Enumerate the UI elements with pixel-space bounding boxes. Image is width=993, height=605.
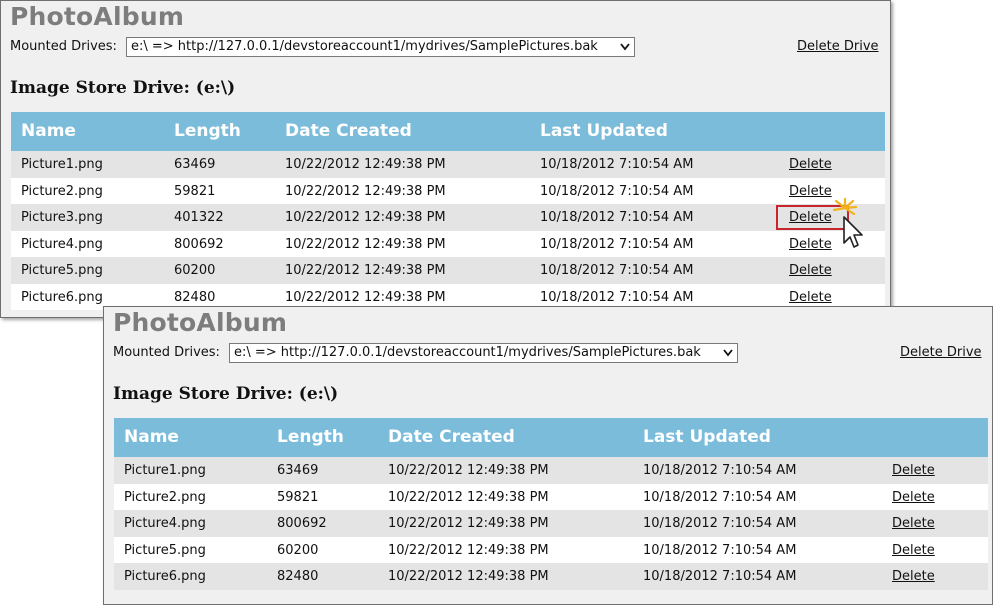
delete-file-link[interactable]: Delete: [892, 569, 935, 584]
delete-file-link[interactable]: Delete: [892, 490, 935, 505]
file-date-created: 10/22/2012 12:49:38 PM: [285, 157, 446, 172]
app-title: PhotoAlbum: [10, 2, 185, 31]
column-header-name: Name: [124, 427, 179, 447]
file-name: Picture4.png: [124, 516, 206, 531]
delete-file-link[interactable]: Delete: [892, 543, 935, 558]
file-date-created: 10/22/2012 12:49:38 PM: [285, 210, 446, 225]
file-date-created: 10/22/2012 12:49:38 PM: [388, 542, 549, 558]
file-last-updated: 10/18/2012 7:10:54 AM: [540, 263, 694, 278]
table-row: Picture5.png 60200 10/22/2012 12:49:38 P…: [114, 536, 988, 563]
delete-file-link[interactable]: Delete: [789, 263, 832, 278]
delete-drive-link[interactable]: Delete Drive: [900, 345, 982, 360]
file-name: Picture2.png: [21, 183, 103, 199]
pointer-cursor-click-icon: [832, 197, 863, 248]
file-length: 59821: [277, 489, 319, 505]
photoalbum-window-after: PhotoAlbum Mounted Drives: e:\ => http:/…: [103, 306, 993, 605]
chevron-down-icon: [620, 43, 630, 51]
image-store-heading: Image Store Drive: (e:\): [113, 384, 339, 404]
file-date-created: 10/22/2012 12:49:38 PM: [388, 516, 549, 531]
column-header-date-created: Date Created: [285, 121, 412, 141]
file-length: 82480: [277, 569, 319, 584]
file-length: 63469: [277, 463, 319, 478]
file-name: Picture5.png: [21, 263, 103, 278]
mounted-drives-label: Mounted Drives:: [113, 345, 220, 360]
file-date-created: 10/22/2012 12:49:38 PM: [285, 236, 446, 252]
table-row: Picture3.png 401322 10/22/2012 12:49:38 …: [11, 204, 885, 231]
column-header-name: Name: [21, 121, 76, 141]
file-date-created: 10/22/2012 12:49:38 PM: [285, 263, 446, 278]
file-last-updated: 10/18/2012 7:10:54 AM: [643, 463, 797, 478]
file-name: Picture1.png: [21, 157, 103, 172]
file-name: Picture6.png: [21, 289, 103, 305]
table-row: Picture2.png 59821 10/22/2012 12:49:38 P…: [11, 177, 885, 204]
table-header: Name Length Date Created Last Updated: [11, 112, 885, 151]
file-length: 60200: [174, 263, 216, 278]
file-length: 800692: [174, 236, 224, 252]
mounted-drive-value: e:\ => http://127.0.0.1/devstoreaccount1…: [131, 39, 598, 54]
file-name: Picture6.png: [124, 569, 206, 584]
table-row: Picture6.png 82480 10/22/2012 12:49:38 P…: [114, 563, 988, 590]
file-name: Picture4.png: [21, 236, 103, 252]
file-length: 800692: [277, 516, 327, 531]
file-length: 401322: [174, 210, 224, 225]
file-date-created: 10/22/2012 12:49:38 PM: [388, 489, 549, 505]
mounted-drives-label: Mounted Drives:: [10, 39, 117, 54]
file-last-updated: 10/18/2012 7:10:54 AM: [540, 289, 694, 305]
file-date-created: 10/22/2012 12:49:38 PM: [388, 463, 549, 478]
delete-file-link[interactable]: Delete: [789, 157, 832, 172]
mounted-drive-value: e:\ => http://127.0.0.1/devstoreaccount1…: [234, 345, 701, 360]
table-row: Picture2.png 59821 10/22/2012 12:49:38 P…: [114, 483, 988, 510]
table-header: Name Length Date Created Last Updated: [114, 418, 988, 457]
table-row: Picture4.png 800692 10/22/2012 12:49:38 …: [114, 510, 988, 537]
column-header-last-updated: Last Updated: [540, 121, 668, 141]
table-row: Picture1.png 63469 10/22/2012 12:49:38 P…: [114, 457, 988, 484]
files-table: Name Length Date Created Last Updated Pi…: [11, 112, 885, 310]
delete-file-link[interactable]: Delete: [789, 237, 832, 252]
chevron-down-icon: [723, 349, 733, 357]
column-header-date-created: Date Created: [388, 427, 515, 447]
delete-file-link[interactable]: Delete: [892, 516, 935, 531]
file-length: 59821: [174, 183, 216, 199]
file-name: Picture1.png: [124, 463, 206, 478]
delete-file-link[interactable]: Delete: [892, 463, 935, 478]
delete-drive-link[interactable]: Delete Drive: [797, 39, 879, 54]
mounted-drives-select[interactable]: e:\ => http://127.0.0.1/devstoreaccount1…: [126, 37, 635, 57]
file-name: Picture5.png: [124, 542, 206, 558]
image-store-heading: Image Store Drive: (e:\): [10, 78, 236, 98]
file-length: 60200: [277, 542, 319, 558]
delete-file-link[interactable]: Delete: [789, 184, 832, 199]
file-last-updated: 10/18/2012 7:10:54 AM: [540, 157, 694, 172]
file-length: 63469: [174, 157, 216, 172]
photoalbum-window-before: PhotoAlbum Mounted Drives: e:\ => http:/…: [0, 0, 891, 318]
file-last-updated: 10/18/2012 7:10:54 AM: [643, 489, 797, 505]
file-last-updated: 10/18/2012 7:10:54 AM: [540, 210, 694, 225]
column-header-length: Length: [174, 121, 241, 141]
file-date-created: 10/22/2012 12:49:38 PM: [285, 183, 446, 199]
column-header-length: Length: [277, 427, 344, 447]
file-last-updated: 10/18/2012 7:10:54 AM: [643, 542, 797, 558]
file-date-created: 10/22/2012 12:49:38 PM: [285, 289, 446, 305]
table-row: Picture1.png 63469 10/22/2012 12:49:38 P…: [11, 151, 885, 178]
file-date-created: 10/22/2012 12:49:38 PM: [388, 569, 549, 584]
app-title: PhotoAlbum: [113, 308, 288, 337]
table-row: Picture4.png 800692 10/22/2012 12:49:38 …: [11, 230, 885, 257]
column-header-last-updated: Last Updated: [643, 427, 771, 447]
file-name: Picture3.png: [21, 210, 103, 225]
file-last-updated: 10/18/2012 7:10:54 AM: [540, 183, 694, 199]
files-table: Name Length Date Created Last Updated Pi…: [114, 418, 988, 590]
file-last-updated: 10/18/2012 7:10:54 AM: [643, 516, 797, 531]
table-row: Picture5.png 60200 10/22/2012 12:49:38 P…: [11, 257, 885, 284]
file-last-updated: 10/18/2012 7:10:54 AM: [540, 236, 694, 252]
file-length: 82480: [174, 289, 216, 305]
file-name: Picture2.png: [124, 489, 206, 505]
file-last-updated: 10/18/2012 7:10:54 AM: [643, 569, 797, 584]
delete-file-link[interactable]: Delete: [789, 290, 832, 305]
mounted-drives-select[interactable]: e:\ => http://127.0.0.1/devstoreaccount1…: [229, 343, 738, 363]
